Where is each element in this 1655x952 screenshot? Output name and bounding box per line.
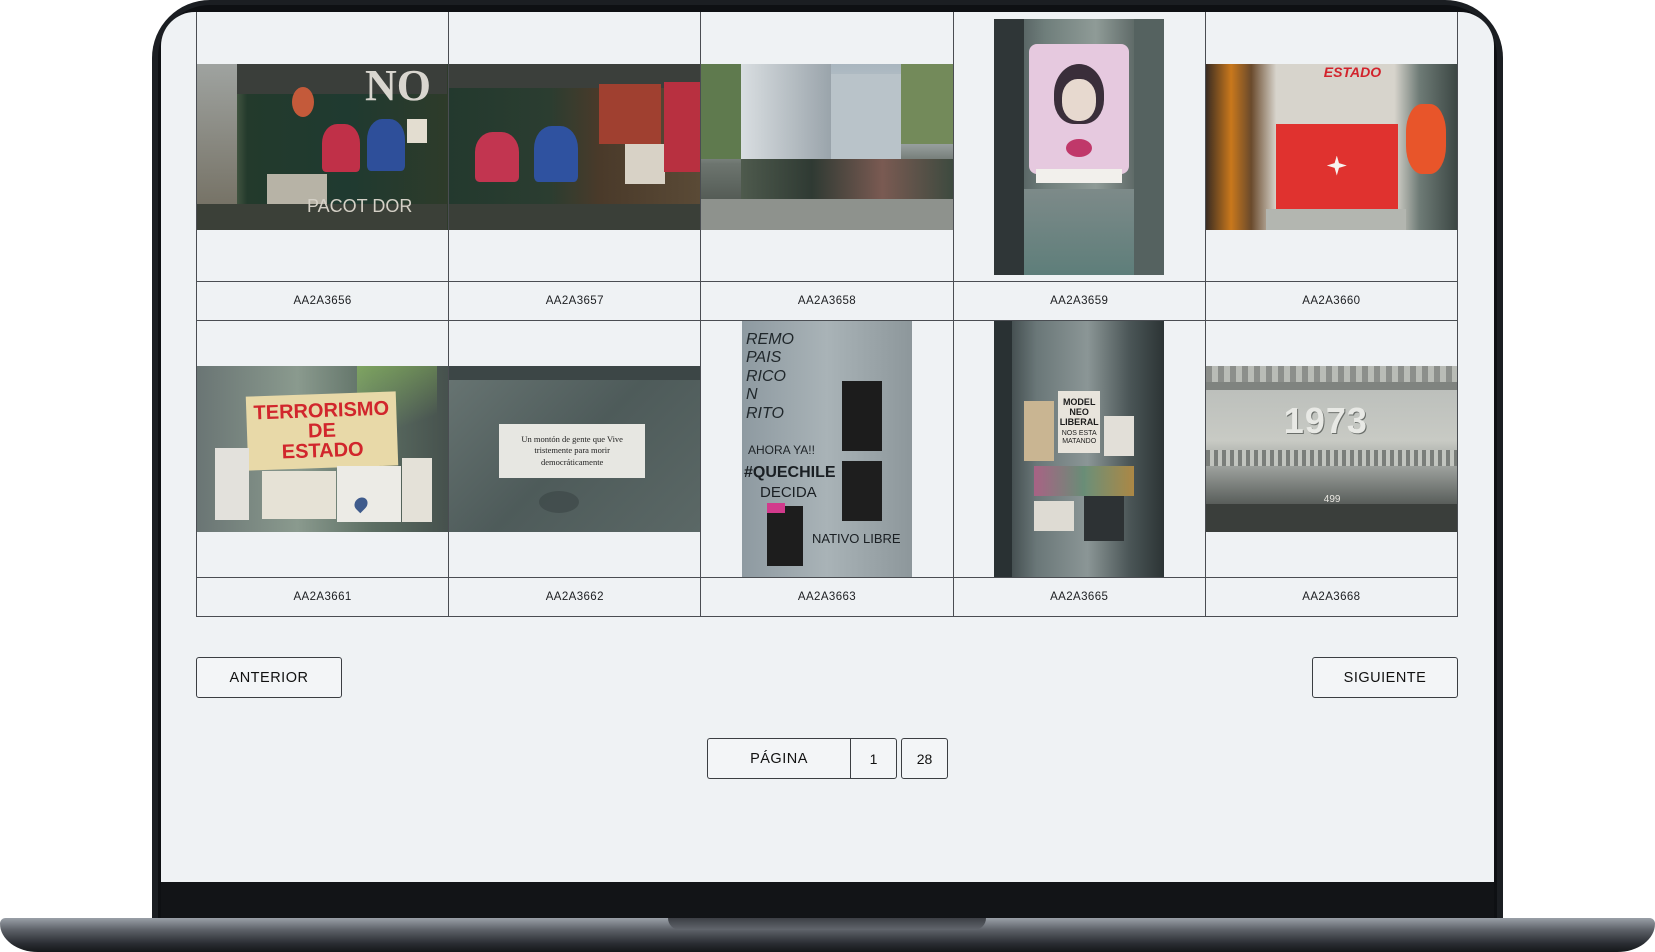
photo-thumbnail[interactable] [994,18,1165,275]
terror-line-3: ESTADO [281,438,364,464]
screen: NO PACOT DOR AA2A3656 AA2A3657 AA2A3658 … [161,12,1494,882]
photo-card[interactable]: AA2A3659 [953,12,1206,321]
photo-card[interactable]: AA2A3658 [701,12,954,321]
total-pages: 28 [901,738,948,779]
photo-card[interactable]: ESTADO AA2A3660 [1205,12,1458,321]
photo-code: AA2A3659 [953,281,1205,320]
previous-button[interactable]: ANTERIOR [196,657,342,698]
photo-code: AA2A3665 [953,577,1205,616]
photo-thumbnail[interactable]: MODEL NEO LIBERAL NOS ESTA MATANDO [994,321,1165,577]
sign-star-text: ESTADO [1323,63,1382,80]
photo-card[interactable]: AA2A3657 [449,12,702,321]
photo-thumbnail[interactable]: TERRORISMO DE ESTADO [197,366,449,532]
photo-code: AA2A3661 [197,577,449,616]
graffiti-1: #QUECHILE [743,464,836,481]
next-button[interactable]: SIGUIENTE [1312,657,1458,698]
photo-thumbnail[interactable]: Un montón de gente que Vive tristemente … [449,366,701,532]
photo-thumbnail[interactable]: NO PACOT DOR [197,63,449,230]
photo-thumbnail[interactable]: 1973 499 [1205,366,1457,532]
photo-card[interactable]: TERRORISMO DE ESTADO AA2A3661 [197,321,450,617]
photo-code: AA2A3658 [701,281,953,320]
graffiti-2: DECIDA [759,484,817,501]
poster-model-sub: NOS ESTA MATANDO [1061,430,1097,445]
page-label: PÁGINA [707,738,850,779]
photo-card[interactable]: MODEL NEO LIBERAL NOS ESTA MATANDO AA2A3… [953,321,1206,617]
letter-line-2: tristemente para morir [534,445,610,456]
terror-line-2: DE [307,419,337,443]
graffiti-3: NATIVO LIBRE [811,531,901,546]
photo-thumbnail[interactable]: ESTADO [1205,63,1457,230]
poster-model: MODEL NEO LIBERAL [1059,397,1099,428]
photo-card[interactable]: 1973 499 AA2A3668 [1205,321,1458,617]
photo-code: AA2A3656 [197,281,449,320]
photo-code: AA2A3657 [449,281,701,320]
graffiti-4: AHORA YA!! [747,443,815,457]
year-text: 1973 [1283,400,1368,441]
photo-thumbnail[interactable] [449,63,701,230]
photo-card[interactable]: Un montón de gente que Vive tristemente … [449,321,702,617]
laptop-bezel [161,882,1494,918]
photo-thumbnail[interactable] [701,63,953,230]
pagination: PÁGINA 28 [707,738,948,779]
wall-bottom-text: PACOT DOR [307,195,413,216]
page-number-input[interactable] [850,738,897,779]
photo-card[interactable]: NO PACOT DOR AA2A3656 [197,12,450,321]
photo-card[interactable]: REMO PAIS RICO N RITO AHORA YA!! #QUECHILE D… [701,321,954,617]
photo-code: AA2A3662 [449,577,701,616]
photo-code: AA2A3663 [701,577,953,616]
wall-letters: NO [365,63,431,110]
laptop-notch [668,918,986,930]
photo-code: AA2A3660 [1205,281,1457,320]
photo-grid: NO PACOT DOR AA2A3656 AA2A3657 AA2A3658 … [196,12,1458,617]
photo-code: AA2A3668 [1205,577,1457,616]
letter-line-1: Un montón de gente que Vive [521,434,623,445]
photo-thumbnail[interactable]: REMO PAIS RICO N RITO AHORA YA!! #QUECHILE D… [741,321,912,577]
letter-line-3: democráticamente [541,456,604,467]
